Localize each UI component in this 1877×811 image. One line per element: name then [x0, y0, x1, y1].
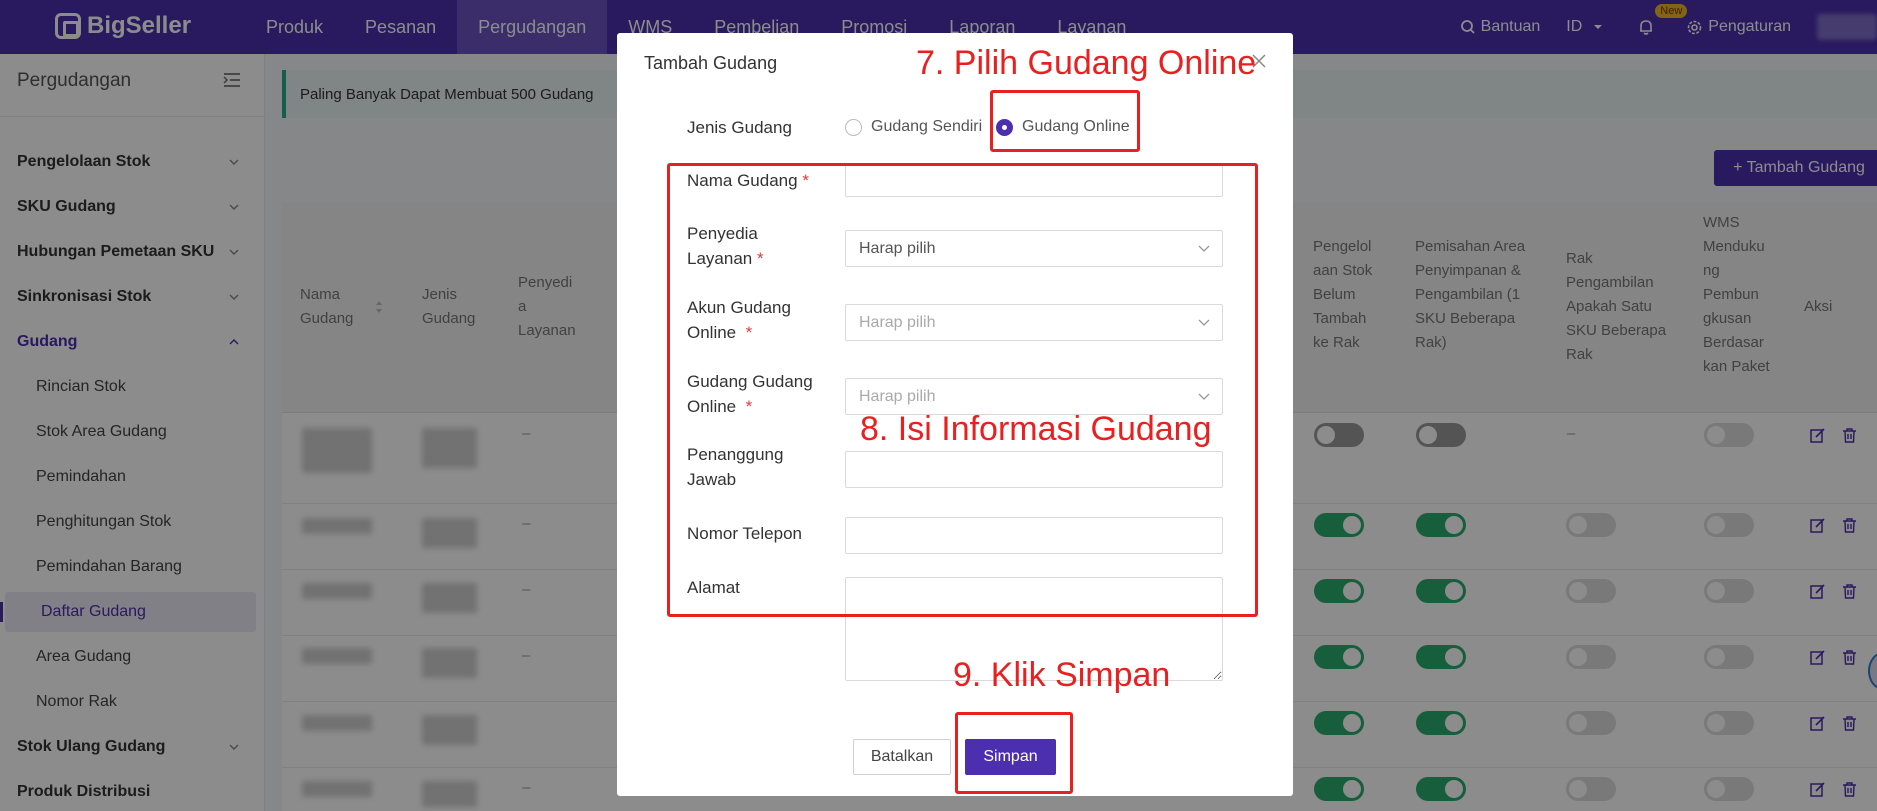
radio-gudang-sendiri[interactable]: Gudang Sendiri [845, 118, 982, 136]
cancel-button[interactable]: Batalkan [853, 739, 951, 775]
annotation-box-step-7 [990, 90, 1140, 152]
annotation-box-step-9 [955, 712, 1073, 794]
warehouse-type-label: Jenis Gudang [687, 118, 792, 137]
annotation-step-9: 9. Klik Simpan [953, 656, 1171, 694]
dialog-title: Tambah Gudang [644, 53, 778, 73]
annotation-step-7: 7. Pilih Gudang Online [916, 44, 1257, 82]
annotation-box-step-8 [667, 163, 1258, 617]
radio-unchecked-icon [845, 118, 862, 136]
radio-label: Gudang Sendiri [871, 118, 983, 135]
